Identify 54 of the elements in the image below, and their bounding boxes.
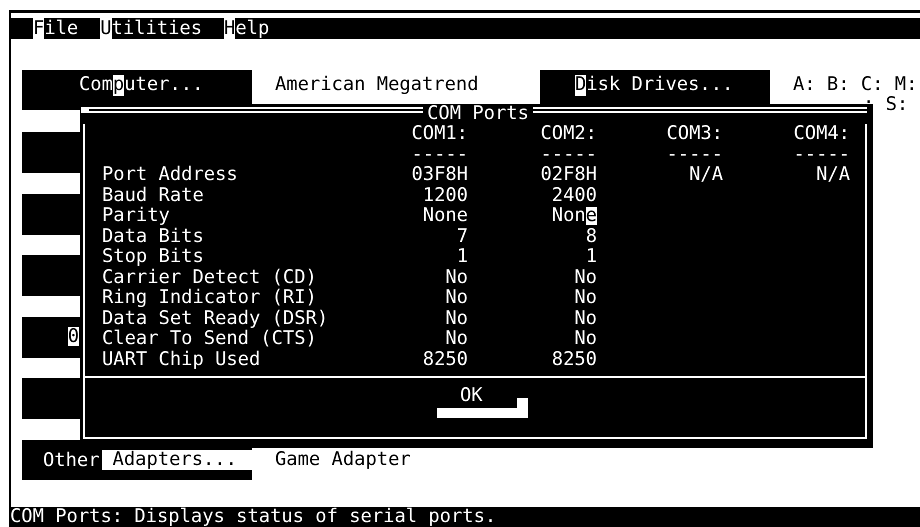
table-cell: 1200: [422, 186, 468, 206]
table-cell: No: [445, 268, 468, 288]
header-underline: -----: [793, 144, 850, 165]
row-label: Ring Indicator (RI): [102, 288, 318, 308]
row-label: Parity: [102, 206, 171, 226]
table-cell: No: [574, 308, 597, 329]
close-box[interactable]: [81, 107, 89, 113]
menu-item[interactable]: File: [33, 18, 78, 39]
table-cell: No: [445, 288, 468, 308]
hidden-button[interactable]: [22, 378, 80, 419]
table-cell: No: [445, 329, 468, 350]
table-cell: None: [422, 206, 468, 226]
drive-list: A: B: C: M:: [793, 75, 918, 95]
column-header: COM3:: [666, 124, 723, 144]
menu-item[interactable]: Help: [224, 18, 270, 39]
header-underline: -----: [666, 144, 723, 165]
row-label: UART Chip Used: [102, 350, 262, 370]
table-cell: 1: [586, 247, 597, 268]
table-cell: N/A: [816, 165, 850, 186]
dialog-title: COM Ports: [426, 104, 530, 124]
row-label: Carrier Detect (CD): [102, 268, 318, 288]
hidden-button[interactable]: [22, 255, 80, 296]
status-bar: COM Ports: Displays status of serial ports.: [10, 507, 920, 527]
table-cell: 7: [456, 226, 468, 247]
row-label: Data Set Ready (DSR): [102, 308, 330, 329]
table-cell: 8250: [422, 350, 468, 370]
menu-item[interactable]: Utilities: [100, 18, 202, 39]
table-cell: 02F8H: [540, 165, 597, 186]
table-cell: No: [574, 329, 597, 350]
column-header: COM4:: [793, 124, 850, 144]
computer-value: American Megatrend: [275, 73, 480, 96]
row-label: Stop Bits: [102, 247, 205, 268]
header-underline: -----: [411, 144, 468, 165]
row-label: Clear To Send (CTS): [102, 329, 318, 350]
row-label: Port Address: [102, 165, 239, 186]
hidden-button[interactable]: [22, 132, 80, 173]
button-label: 0: [68, 326, 79, 346]
table-cell: No: [574, 268, 597, 288]
table-cell: No: [445, 308, 468, 329]
header-underline: -----: [540, 144, 597, 165]
column-header: COM2:: [540, 124, 597, 144]
table-cell: 8: [586, 226, 597, 247]
table-cell: 03F8H: [411, 165, 468, 186]
row-label: Data Bits: [102, 226, 205, 247]
table-cell: 1: [456, 247, 468, 268]
table-cell: 8250: [552, 350, 597, 370]
table-cell: No: [574, 288, 597, 308]
hidden-button[interactable]: 0: [22, 316, 80, 358]
row-label: Baud Rate: [102, 186, 205, 206]
other-adapters-value: Game Adapter: [275, 448, 412, 470]
hidden-button[interactable]: [22, 194, 80, 234]
table-cell: N/A: [689, 165, 723, 186]
table-cell: 2400: [552, 186, 597, 206]
column-header: COM1:: [411, 124, 468, 144]
